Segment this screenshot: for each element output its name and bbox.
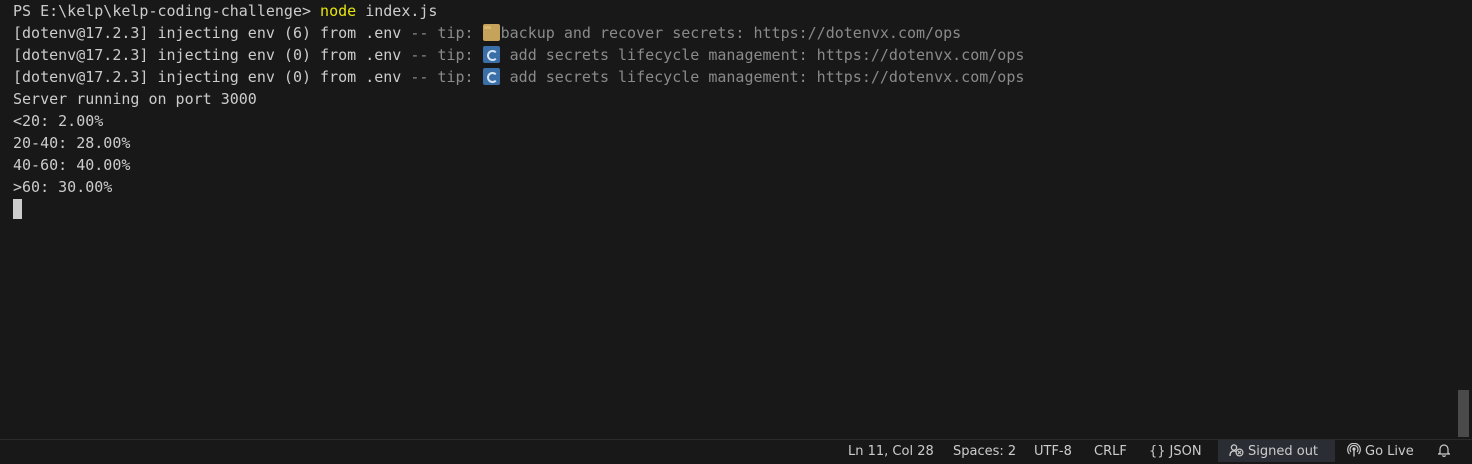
language-mode-item[interactable]: {} JSON [1144,440,1207,462]
command-args: index.js [356,2,438,20]
cycle-icon [482,46,500,63]
log-message: backup and recover secrets: https://dote… [500,24,962,42]
broadcast-icon [1347,443,1361,457]
terminal-cursor [13,199,22,219]
log-line: [dotenv@17.2.3] injecting env (0) from .… [13,66,1024,88]
log-message: add secrets lifecycle management: https:… [500,68,1025,86]
log-line: [dotenv@17.2.3] injecting env (6) from .… [13,22,1024,44]
output-line: <20: 2.00% [13,112,104,130]
accounts-icon [1229,444,1244,457]
account-item[interactable]: Signed out [1218,440,1335,462]
log-main: [dotenv@17.2.3] injecting env (0) from .… [13,46,411,64]
folder-icon [482,24,500,41]
go-live-item[interactable]: Go Live [1342,440,1419,462]
prompt-line: PS E:\kelp\kelp-coding-challenge> node i… [13,0,1024,22]
log-main: [dotenv@17.2.3] injecting env (0) from .… [13,68,411,86]
output-line: >60: 30.00% [13,178,113,196]
cycle-icon [482,68,500,85]
encoding-item[interactable]: UTF-8 [1029,440,1077,462]
log-tip: -- tip: [410,46,483,64]
prompt: PS E:\kelp\kelp-coding-challenge> [13,2,321,20]
notifications-item[interactable] [1432,440,1456,462]
account-label: Signed out [1248,444,1319,459]
go-live-label: Go Live [1365,444,1414,459]
terminal-panel[interactable]: PS E:\kelp\kelp-coding-challenge> node i… [0,0,1472,439]
cursor-position-label: Ln 11, Col 28 [848,444,934,459]
log-message: add secrets lifecycle management: https:… [500,46,1025,64]
command-name: node [320,2,357,20]
status-bar: Ln 11, Col 28 Spaces: 2 UTF-8 CRLF {} JSO… [0,439,1472,462]
terminal-scrollbar[interactable] [1458,390,1469,437]
output-line: 40-60: 40.00% [13,156,131,174]
line-ending-label: CRLF [1094,444,1127,459]
braces-icon: {} [1149,444,1166,459]
output-line: Server running on port 3000 [13,90,257,108]
terminal-output: PS E:\kelp\kelp-coding-challenge> node i… [13,0,1024,219]
log-tip: -- tip: [410,24,483,42]
log-line: [dotenv@17.2.3] injecting env (0) from .… [13,44,1024,66]
output-line: 20-40: 28.00% [13,134,131,152]
log-main: [dotenv@17.2.3] injecting env (6) from .… [13,24,411,42]
cursor-position-item[interactable]: Ln 11, Col 28 [843,440,939,462]
bell-icon [1437,444,1451,457]
line-ending-item[interactable]: CRLF [1089,440,1132,462]
encoding-label: UTF-8 [1034,444,1072,459]
log-tip: -- tip: [410,68,483,86]
indentation-label: Spaces: 2 [953,444,1017,459]
language-label: JSON [1169,444,1202,459]
indentation-item[interactable]: Spaces: 2 [948,440,1021,462]
